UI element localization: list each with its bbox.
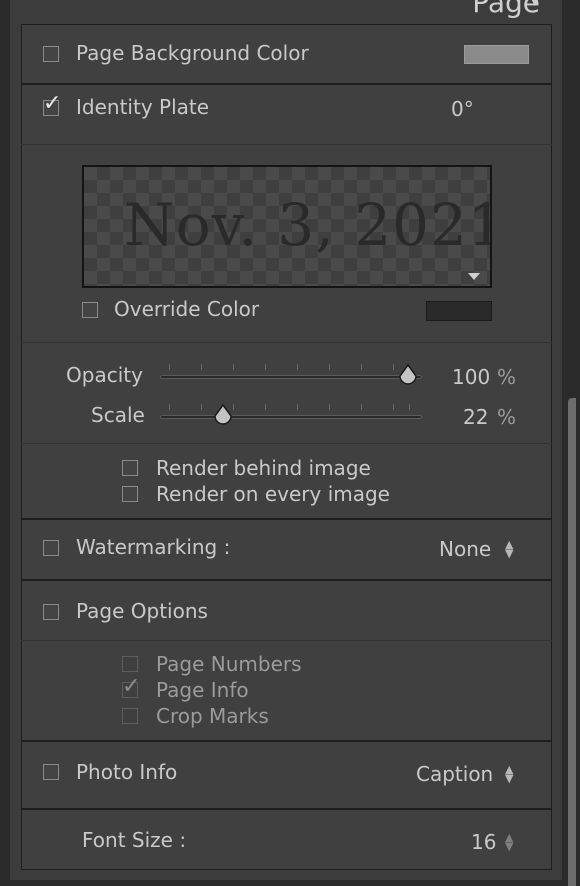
override-color-label: Override Color [114,297,260,321]
opacity-slider-thumb[interactable] [397,364,419,386]
slider-tick [361,404,362,410]
divider [21,144,552,145]
page-options-label: Page Options [76,599,208,623]
page-background-label: Page Background Color [76,41,309,65]
identity-plate-text: Nov. 3, 2021 [124,191,492,259]
collapse-arrow-icon[interactable]: ▼ [528,0,542,9]
page-info-label: Page Info [156,678,249,702]
slider-tick [409,404,410,410]
photo-info-value[interactable]: Caption [416,762,493,786]
opacity-value[interactable]: 100 [452,365,490,389]
divider [21,640,552,641]
render-behind-checkbox[interactable] [122,460,138,476]
scale-slider-thumb[interactable] [212,404,234,426]
slider-tick [393,364,394,370]
slider-tick [265,404,266,410]
override-color-checkbox[interactable] [82,302,98,318]
opacity-slider-track[interactable] [160,375,422,379]
crop-marks-label: Crop Marks [156,704,269,728]
slider-tick [201,364,202,370]
page-background-color-swatch[interactable] [464,45,529,64]
slider-tick [169,404,170,410]
scale-label: Scale [91,403,145,427]
page-numbers-checkbox[interactable] [122,656,138,672]
render-every-label: Render on every image [156,482,390,506]
font-size-value[interactable]: 16 [471,830,496,854]
divider [21,342,552,343]
divider [21,443,552,444]
photo-info-checkbox[interactable] [43,764,59,780]
photo-info-label: Photo Info [76,760,178,784]
slider-tick [201,404,202,410]
page-options-checkbox[interactable] [43,604,59,620]
identity-plate-label: Identity Plate [76,95,210,119]
scrollbar[interactable] [568,398,576,886]
watermarking-checkbox[interactable] [43,540,59,556]
opacity-unit: % [497,365,517,389]
font-size-label: Font Size : [82,828,187,852]
scale-unit: % [497,405,517,429]
updown-arrows-icon[interactable]: ▲ ▼ [505,832,513,852]
identity-plate-preview[interactable]: Nov. 3, 2021 [82,165,492,288]
slider-tick [329,404,330,410]
identity-plate-rotation[interactable]: 0° [451,97,474,121]
updown-arrows-icon[interactable]: ▲ ▼ [505,764,513,784]
page-numbers-label: Page Numbers [156,652,302,676]
slider-tick [361,364,362,370]
slider-tick [265,364,266,370]
slider-tick [393,404,394,410]
override-color-swatch[interactable] [426,301,492,321]
watermarking-label: Watermarking : [76,535,231,559]
dropdown-arrow-icon[interactable] [468,273,480,280]
scale-slider-track[interactable] [160,415,422,419]
updown-arrows-icon[interactable]: ▲ ▼ [505,539,513,559]
slider-tick [169,364,170,370]
render-every-checkbox[interactable] [122,486,138,502]
opacity-label: Opacity [66,363,143,387]
slider-tick [297,364,298,370]
page-background-checkbox[interactable] [43,46,59,62]
checkmark-icon: ✓ [122,674,141,699]
checkmark-icon: ✓ [43,91,62,116]
slider-tick [297,404,298,410]
slider-tick [329,364,330,370]
render-behind-label: Render behind image [156,456,371,480]
scale-value[interactable]: 22 [463,405,488,429]
watermarking-value[interactable]: None [439,537,491,561]
slider-tick [233,364,234,370]
crop-marks-checkbox[interactable] [122,708,138,724]
